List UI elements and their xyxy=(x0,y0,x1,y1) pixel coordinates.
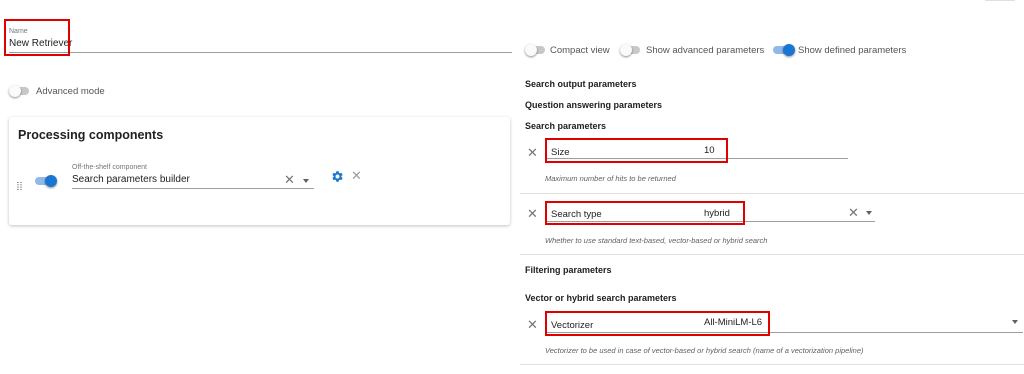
component-enabled-toggle[interactable] xyxy=(35,175,57,187)
component-select-underline xyxy=(72,188,314,189)
advanced-mode-label: Advanced mode xyxy=(36,86,105,97)
compact-view-toggle[interactable] xyxy=(525,44,547,56)
name-field[interactable]: Name New Retriever xyxy=(9,28,512,54)
vectorizer-highlight-box xyxy=(545,311,770,336)
toggle-knob xyxy=(525,44,537,56)
section-vector: Vector or hybrid search parameters xyxy=(525,293,677,303)
chevron-down-icon[interactable] xyxy=(303,179,309,183)
advanced-mode-toggle[interactable] xyxy=(9,85,31,97)
clear-size-icon[interactable]: ✕ xyxy=(527,146,538,159)
toggle-knob xyxy=(783,44,795,56)
name-highlight-box xyxy=(4,19,70,56)
param-divider xyxy=(520,193,1024,194)
chevron-down-icon[interactable] xyxy=(1012,320,1018,324)
search-type-help-text: Whether to use standard text-based, vect… xyxy=(545,236,768,245)
component-select-value[interactable]: Search parameters builder xyxy=(72,174,190,185)
component-field-label: Off-the-shelf component xyxy=(72,164,147,171)
section-question-answering: Question answering parameters xyxy=(525,100,663,110)
compact-view-label: Compact view xyxy=(550,45,610,56)
param-divider xyxy=(520,254,1024,255)
toggle-knob xyxy=(9,85,21,97)
section-search-output: Search output parameters xyxy=(525,79,637,89)
chevron-down-icon[interactable] xyxy=(866,211,872,215)
show-defined-parameters-toggle[interactable] xyxy=(773,44,795,56)
remove-component-icon[interactable]: ✕ xyxy=(351,169,362,182)
size-highlight-box xyxy=(545,138,728,163)
clear-search-type-icon[interactable]: ✕ xyxy=(527,207,538,220)
size-help-text: Maximum number of hits to be returned xyxy=(545,174,676,183)
close-icon[interactable]: ✕ xyxy=(284,173,295,186)
toggle-knob xyxy=(45,175,57,187)
clear-vectorizer-icon[interactable]: ✕ xyxy=(527,318,538,331)
processing-components-title: Processing components xyxy=(18,128,164,142)
toggle-knob xyxy=(620,44,632,56)
processing-components-card: Processing components Off-the-shelf comp… xyxy=(9,117,510,225)
section-search-parameters: Search parameters xyxy=(525,121,607,131)
top-edge-line xyxy=(985,0,1015,1)
search-type-highlight-box xyxy=(545,201,745,225)
param-divider xyxy=(520,364,1024,365)
gear-icon[interactable] xyxy=(331,170,344,183)
close-icon[interactable]: ✕ xyxy=(848,206,859,219)
show-defined-parameters-label: Show defined parameters xyxy=(798,45,907,56)
show-advanced-parameters-toggle[interactable] xyxy=(620,44,642,56)
section-filtering: Filtering parameters xyxy=(525,265,612,275)
name-field-underline xyxy=(9,52,512,53)
vectorizer-help-text: Vectorizer to be used in case of vector-… xyxy=(545,346,864,355)
show-advanced-parameters-label: Show advanced parameters xyxy=(646,45,765,56)
drag-handle-icon[interactable] xyxy=(17,177,23,190)
